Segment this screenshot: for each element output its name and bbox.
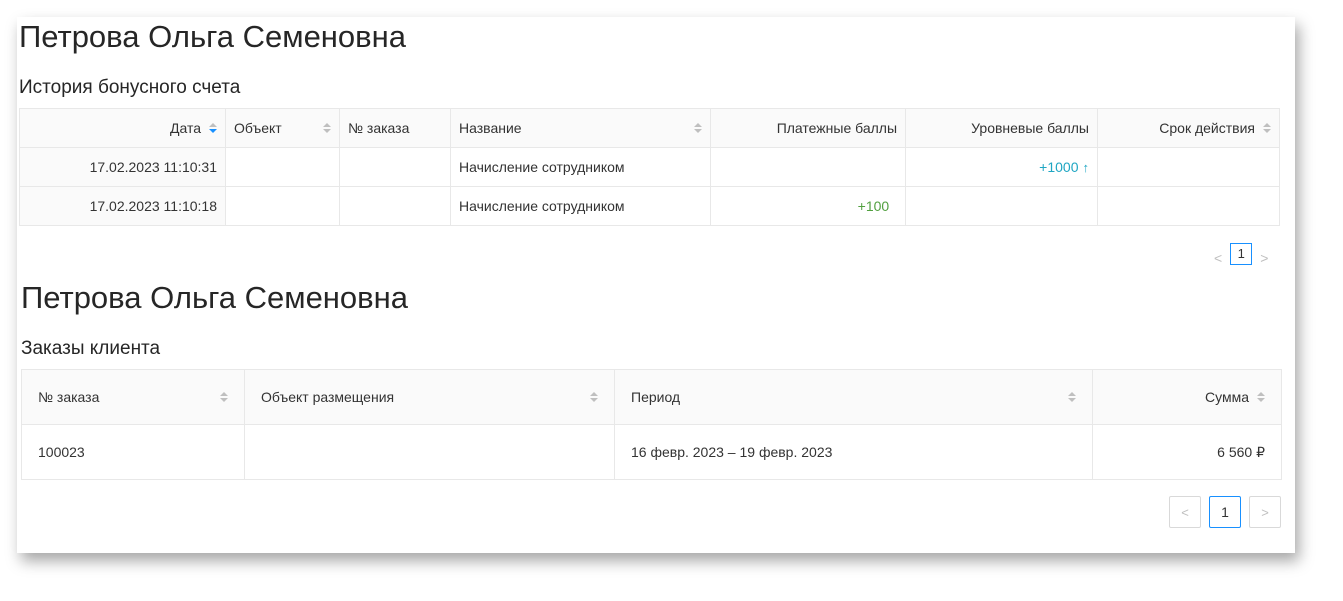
bonus-history-title: История бонусного счета: [19, 77, 241, 98]
cell-date: 17.02.2023 11:10:31: [19, 147, 226, 187]
col-expiry-header[interactable]: Срок действия: [1097, 108, 1280, 148]
cell-expiry: [1097, 186, 1280, 226]
col-order-label: № заказа: [348, 120, 410, 136]
col-object-header[interactable]: Объект: [225, 108, 340, 148]
col-period-label: Период: [631, 389, 681, 405]
cell-name: Начисление сотрудником: [450, 186, 711, 226]
col-object-header[interactable]: Объект размещения: [244, 369, 615, 425]
col-name-label: Название: [459, 120, 522, 136]
col-period-header[interactable]: Период: [614, 369, 1093, 425]
col-order-label: № заказа: [38, 389, 100, 405]
cell-object: [244, 424, 615, 480]
col-sum-label: Сумма: [1205, 389, 1249, 405]
level-points-value: +1000: [1039, 159, 1079, 175]
sort-caret-icon[interactable]: [323, 123, 331, 133]
col-object-label: Объект размещения: [261, 389, 395, 405]
cell-sum: 6 560 ₽: [1092, 424, 1282, 480]
cell-object: [225, 186, 340, 226]
sort-caret-icon[interactable]: [1263, 123, 1271, 133]
cell-date: 17.02.2023 11:10:18: [19, 186, 226, 226]
col-date-label: Дата: [169, 120, 201, 136]
pagination-next-button[interactable]: >: [1260, 250, 1268, 266]
table-row: 17.02.2023 11:10:31 Начисление сотрудник…: [19, 147, 1280, 187]
col-object-label: Объект: [234, 120, 282, 136]
sort-caret-icon[interactable]: [694, 123, 702, 133]
orders-pagination: < 1 >: [1169, 496, 1281, 528]
bonus-history-table: Дата Объект № заказа Название Платежные …: [19, 108, 1280, 226]
cell-level-points: +1000 ↑: [905, 147, 1098, 187]
arrow-up-icon: ↑: [1082, 160, 1090, 175]
col-sum-header[interactable]: Сумма: [1092, 369, 1282, 425]
table-row: 17.02.2023 11:10:18 Начисление сотрудник…: [19, 186, 1280, 226]
sort-caret-icon[interactable]: [1068, 392, 1076, 402]
pagination-page-1[interactable]: 1: [1209, 496, 1241, 528]
table-row: 100023 16 февр. 2023 – 19 февр. 2023 6 5…: [21, 424, 1282, 480]
cell-order: 100023: [21, 424, 245, 480]
col-name-header[interactable]: Название: [450, 108, 711, 148]
col-date-header[interactable]: Дата: [19, 108, 226, 148]
col-order-header: № заказа: [339, 108, 451, 148]
col-payment-points-label: Платежные баллы: [776, 120, 897, 136]
sort-caret-icon[interactable]: [590, 392, 598, 402]
sort-caret-icon[interactable]: [209, 123, 217, 133]
col-level-points-header: Уровневые баллы: [905, 108, 1098, 148]
pagination-prev-button[interactable]: <: [1169, 496, 1201, 528]
col-payment-points-header: Платежные баллы: [710, 108, 906, 148]
col-expiry-label: Срок действия: [1159, 120, 1255, 136]
cell-period: 16 февр. 2023 – 19 февр. 2023: [614, 424, 1093, 480]
client-orders-title: Заказы клиента: [21, 338, 161, 359]
cell-payment-points: +100: [710, 186, 906, 226]
pagination-next-button[interactable]: >: [1249, 496, 1281, 528]
cell-level-points: [905, 186, 1098, 226]
cell-name: Начисление сотрудником: [450, 147, 711, 187]
col-level-points-label: Уровневые баллы: [971, 120, 1089, 136]
cell-object: [225, 147, 340, 187]
cell-order: [339, 186, 451, 226]
content-panel: Петрова Ольга Семеновна История бонусног…: [17, 17, 1295, 553]
cell-order: [339, 147, 451, 187]
sort-caret-icon[interactable]: [1257, 392, 1265, 402]
cell-expiry: [1097, 147, 1280, 187]
payment-points-value: +100: [857, 198, 890, 214]
pagination-prev-button[interactable]: <: [1214, 250, 1222, 266]
client-name-title: Петрова Ольга Семеновна: [19, 19, 407, 54]
sort-caret-icon[interactable]: [220, 392, 228, 402]
cell-payment-points: [710, 147, 906, 187]
bonus-pagination: < 1 >: [1214, 242, 1268, 266]
pagination-page-1[interactable]: 1: [1230, 243, 1253, 265]
client-name-title-2: Петрова Ольга Семеновна: [21, 280, 409, 315]
col-order-header[interactable]: № заказа: [21, 369, 245, 425]
client-orders-table: № заказа Объект размещения Период Сумма …: [21, 369, 1282, 480]
